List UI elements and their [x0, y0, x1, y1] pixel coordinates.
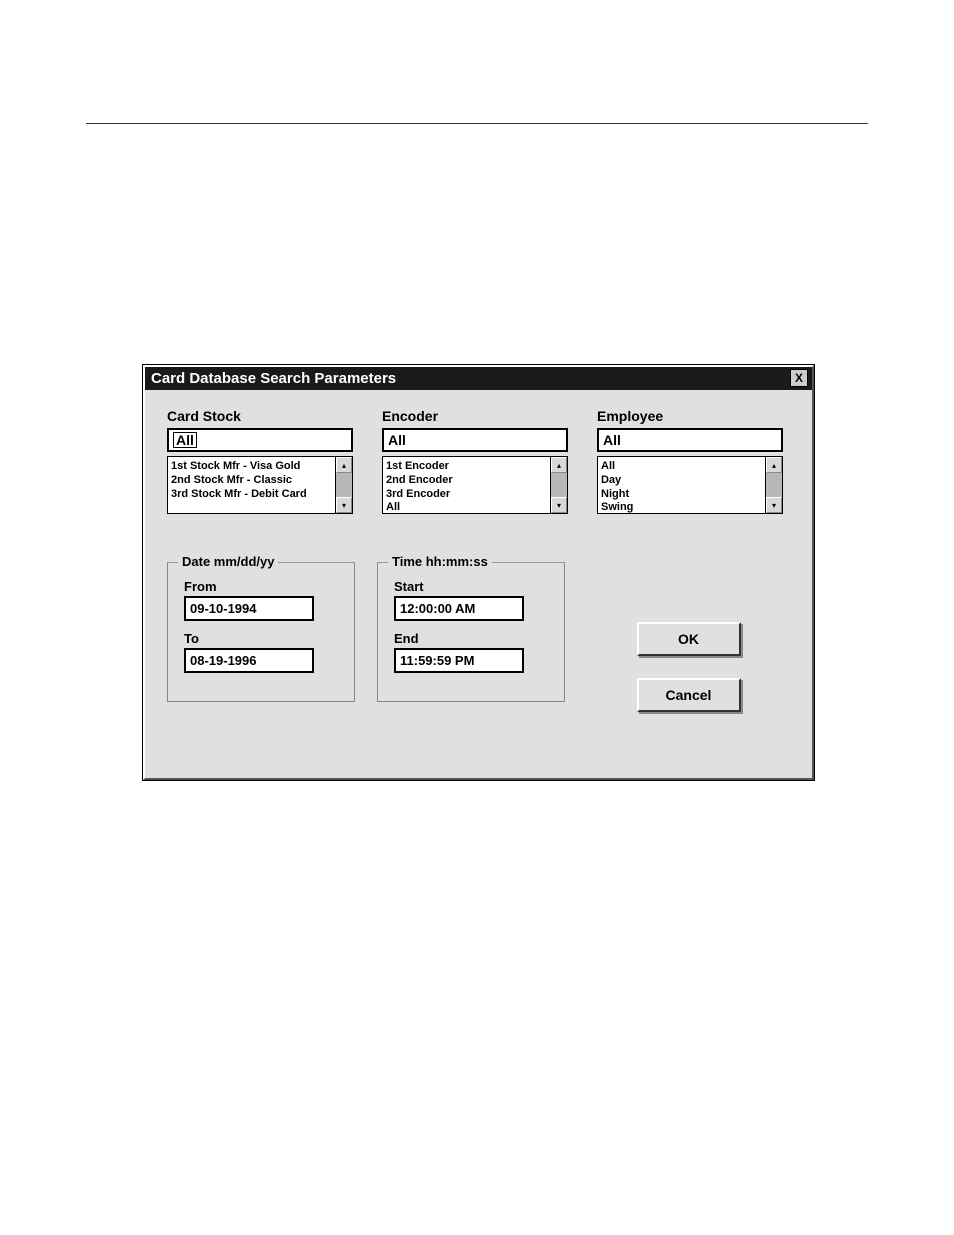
time-end-input[interactable]: 11:59:59 PM [394, 648, 524, 673]
scroll-down-icon[interactable]: ▾ [336, 497, 352, 513]
scroll-up-icon[interactable]: ▴ [336, 457, 352, 473]
list-item[interactable]: 2nd Encoder [386, 474, 547, 488]
list-item[interactable]: 1st Encoder [386, 460, 547, 474]
scroll-up-icon[interactable]: ▴ [766, 457, 782, 473]
date-legend: Date mm/dd/yy [178, 554, 278, 569]
encoder-listbox[interactable]: 1st Encoder 2nd Encoder 3rd Encoder All … [382, 456, 568, 514]
employee-section: Employee All All Day Night Swing ▴ [597, 408, 790, 514]
list-item[interactable]: 3rd Stock Mfr - Debit Card [171, 488, 332, 502]
employee-scrollbar[interactable]: ▴ ▾ [766, 456, 783, 514]
scroll-track[interactable] [336, 473, 352, 497]
time-legend: Time hh:mm:ss [388, 554, 492, 569]
date-to-label: To [184, 631, 338, 646]
list-item[interactable]: Day [601, 474, 762, 488]
employee-label: Employee [597, 408, 790, 424]
card-stock-selected: All [173, 432, 197, 448]
scroll-up-icon[interactable]: ▴ [551, 457, 567, 473]
scroll-track[interactable] [551, 473, 567, 497]
list-item[interactable]: All [601, 460, 762, 474]
employee-selected: All [603, 432, 621, 448]
dialog-buttons: OK Cancel [587, 562, 790, 712]
date-fieldset: Date mm/dd/yy From 09-10-1994 To 08-19-1… [167, 562, 355, 702]
employee-listbox[interactable]: All Day Night Swing ▴ ▾ [597, 456, 783, 514]
list-item[interactable]: 1st Stock Mfr - Visa Gold [171, 460, 332, 474]
list-item[interactable]: Night [601, 488, 762, 502]
list-item[interactable]: All [386, 501, 547, 514]
encoder-label: Encoder [382, 408, 575, 424]
time-start-input[interactable]: 12:00:00 AM [394, 596, 524, 621]
card-stock-listbox[interactable]: 1st Stock Mfr - Visa Gold 2nd Stock Mfr … [167, 456, 353, 514]
scroll-down-icon[interactable]: ▾ [766, 497, 782, 513]
ok-button[interactable]: OK [637, 622, 741, 656]
encoder-selected: All [388, 432, 406, 448]
cancel-button[interactable]: Cancel [637, 678, 741, 712]
employee-combo[interactable]: All [597, 428, 783, 452]
encoder-items[interactable]: 1st Encoder 2nd Encoder 3rd Encoder All [382, 456, 551, 514]
titlebar: Card Database Search Parameters X [145, 367, 812, 390]
list-item[interactable]: Swing [601, 501, 762, 514]
time-start-label: Start [394, 579, 548, 594]
card-stock-section: Card Stock All 1st Stock Mfr - Visa Gold… [167, 408, 360, 514]
encoder-combo[interactable]: All [382, 428, 568, 452]
date-to-input[interactable]: 08-19-1996 [184, 648, 314, 673]
dialog-title: Card Database Search Parameters [151, 370, 396, 387]
encoder-section: Encoder All 1st Encoder 2nd Encoder 3rd … [382, 408, 575, 514]
list-item[interactable]: 3rd Encoder [386, 488, 547, 502]
encoder-scrollbar[interactable]: ▴ ▾ [551, 456, 568, 514]
date-from-label: From [184, 579, 338, 594]
employee-items[interactable]: All Day Night Swing [597, 456, 766, 514]
card-stock-combo[interactable]: All [167, 428, 353, 452]
time-end-label: End [394, 631, 548, 646]
card-stock-label: Card Stock [167, 408, 360, 424]
card-stock-scrollbar[interactable]: ▴ ▾ [336, 456, 353, 514]
close-icon: X [795, 372, 803, 384]
horizontal-rule [86, 123, 868, 124]
date-from-input[interactable]: 09-10-1994 [184, 596, 314, 621]
scroll-down-icon[interactable]: ▾ [551, 497, 567, 513]
card-stock-items[interactable]: 1st Stock Mfr - Visa Gold 2nd Stock Mfr … [167, 456, 336, 514]
close-button[interactable]: X [790, 369, 808, 387]
scroll-track[interactable] [766, 473, 782, 497]
list-item[interactable]: 2nd Stock Mfr - Classic [171, 474, 332, 488]
search-parameters-dialog: Card Database Search Parameters X Card S… [143, 365, 814, 780]
time-fieldset: Time hh:mm:ss Start 12:00:00 AM End 11:5… [377, 562, 565, 702]
